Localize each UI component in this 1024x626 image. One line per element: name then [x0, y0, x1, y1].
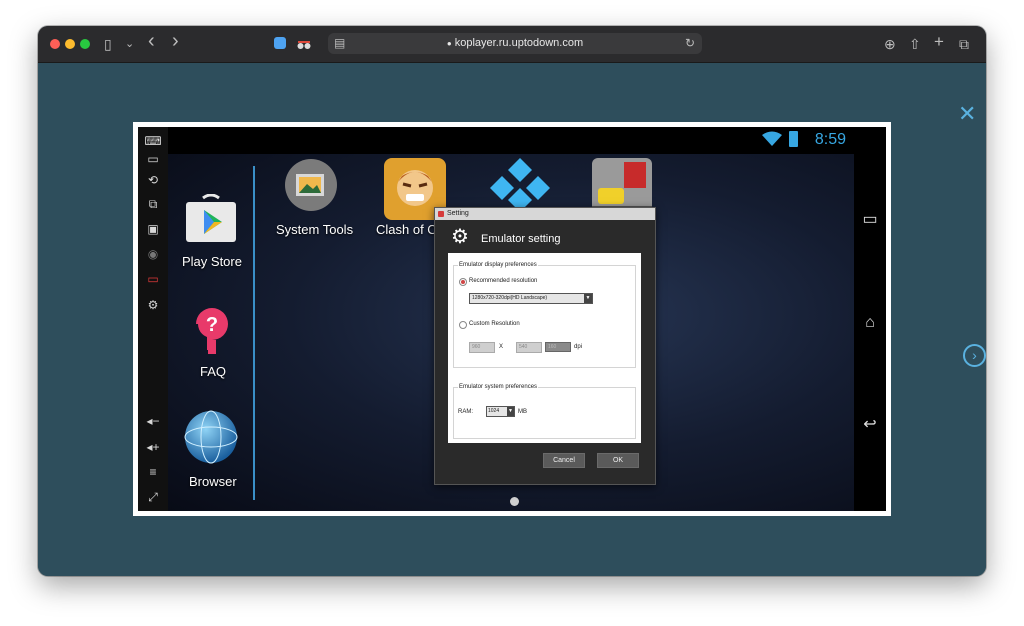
reload-icon[interactable]: ↻	[685, 33, 695, 54]
image-icon[interactable]: ▣	[143, 221, 163, 237]
width-value: 960	[472, 344, 481, 350]
faq-app[interactable]: ?	[192, 306, 232, 358]
zoom-window-button[interactable]	[80, 39, 90, 49]
url-text[interactable]: ● koplayer.ru.uptodown.com	[328, 33, 702, 54]
lock-icon: ●	[446, 39, 452, 48]
browser-label: Browser	[189, 474, 237, 489]
browser-toolbar: ▯ ⌄ ‹ › ▤ ● koplayer.ru.uptodown.com ↻ ⊕…	[38, 26, 986, 63]
dialog-titlebar: Setting	[435, 208, 655, 220]
dialog-header: Emulator setting	[481, 233, 561, 245]
home-icon[interactable]: ⌂	[858, 313, 882, 333]
width-field[interactable]: 960	[469, 342, 495, 353]
resolution-value: 1280x720-320dpi(HD Landscape)	[472, 295, 548, 301]
emulator-setting-dialog: Setting ⚙ Emulator setting Emulator disp…	[434, 207, 656, 485]
extension-icon[interactable]	[274, 37, 286, 49]
volume-up-icon[interactable]: ◂+	[143, 439, 163, 455]
close-lightbox-icon[interactable]: ✕	[958, 103, 976, 125]
clash-label: Clash of Cl	[376, 222, 440, 237]
dpi-label: dpi	[574, 344, 583, 350]
recommended-label: Recommended resolution	[469, 278, 538, 284]
ram-unit: MB	[518, 409, 527, 415]
x-label: X	[499, 344, 504, 350]
url-value: koplayer.ru.uptodown.com	[454, 37, 584, 49]
android-nav-bar: ▭ ⌂ ↩	[854, 127, 886, 511]
menu-icon[interactable]: ≡	[143, 464, 163, 480]
forward-arrow-icon[interactable]: ›	[172, 31, 179, 51]
recents-icon[interactable]: ▭	[858, 210, 882, 230]
close-window-button[interactable]	[50, 39, 60, 49]
dialog-window-title: Setting	[447, 210, 469, 217]
next-image-icon[interactable]: ›	[963, 344, 986, 367]
faq-icon: ?	[196, 308, 228, 354]
emulator-sidebar: ⌨ ▭ ⟲ ⧉ ▣ ◉ ▭ ⚙ ◂− ◂+ ≡ ⤢	[138, 127, 168, 511]
fullscreen-icon[interactable]: ⤢	[143, 489, 163, 505]
play-store-app[interactable]	[184, 193, 238, 244]
app-icon	[438, 211, 444, 217]
location-icon[interactable]: ◉	[143, 246, 163, 262]
system-tools-label: System Tools	[276, 222, 354, 237]
chevron-down-icon[interactable]: ⌄	[125, 35, 134, 53]
privacy-icon[interactable]	[297, 37, 311, 49]
share-icon[interactable]: ⇧	[909, 35, 921, 53]
back-icon[interactable]: ↩	[858, 415, 882, 435]
screenshot-icon[interactable]: ⧉	[143, 196, 163, 212]
resolution-select[interactable]: 1280x720-320dpi(HD Landscape) ▼	[469, 293, 593, 304]
custom-label: Custom Resolution	[469, 321, 520, 327]
new-tab-icon[interactable]: +	[934, 33, 944, 51]
globe-icon	[184, 410, 238, 464]
tab-overview-icon[interactable]: ⧉	[959, 35, 969, 53]
play-store-icon	[186, 193, 236, 242]
back-arrow-icon[interactable]: ‹	[148, 31, 155, 51]
chevron-down-icon: ▼	[584, 294, 592, 303]
android-status-bar: 8:59	[168, 127, 854, 154]
svg-text:?: ?	[206, 314, 218, 336]
wifi-icon	[762, 131, 782, 152]
browser-app[interactable]	[184, 410, 238, 464]
recommended-radio[interactable]	[459, 278, 467, 286]
volume-down-icon[interactable]: ◂−	[143, 413, 163, 429]
radio-dot	[461, 280, 465, 284]
download-icon[interactable]: ⊕	[884, 35, 896, 53]
dpi-value: 160	[548, 344, 557, 350]
system-preferences-group	[453, 387, 636, 439]
minimize-window-button[interactable]	[65, 39, 75, 49]
uptodown-app[interactable]	[488, 154, 552, 214]
display-group-label: Emulator display preferences	[458, 261, 538, 269]
system-group-label: Emulator system preferences	[458, 383, 539, 391]
system-tools-app[interactable]	[284, 158, 338, 212]
uptodown-icon	[490, 158, 550, 212]
play-store-label: Play Store	[182, 254, 242, 269]
dock-divider	[253, 166, 255, 500]
record-icon[interactable]: ▭	[143, 271, 163, 287]
gear-icon: ⚙	[451, 226, 469, 248]
battery-icon	[789, 131, 798, 147]
clock: 8:59	[814, 131, 846, 148]
keyboard-icon[interactable]: ⌨	[143, 133, 163, 149]
ok-button[interactable]: OK	[597, 453, 639, 468]
ram-value: 1024	[488, 408, 500, 414]
height-field[interactable]: 540	[516, 342, 542, 353]
settings-icon[interactable]: ⚙	[143, 297, 163, 313]
custom-radio[interactable]	[459, 321, 467, 329]
ram-chevron-icon: ▼	[507, 407, 514, 416]
ram-select[interactable]: 1024 ▼	[486, 406, 515, 417]
height-value: 540	[519, 344, 528, 350]
ram-label: RAM:	[458, 409, 473, 415]
sidebar-icon[interactable]: ▯	[104, 35, 112, 53]
toggle-icon[interactable]: ▭	[143, 151, 163, 167]
rotate-icon[interactable]: ⟲	[143, 172, 163, 188]
cancel-button[interactable]: Cancel	[543, 453, 585, 468]
dpi-field[interactable]: 160	[545, 342, 571, 352]
page-indicator	[510, 497, 519, 506]
system-tools-icon	[285, 159, 337, 211]
faq-label: FAQ	[200, 364, 227, 379]
address-bar[interactable]: ▤ ● koplayer.ru.uptodown.com ↻	[328, 33, 702, 54]
settings-panel: Emulator display preferences Recommended…	[448, 253, 641, 443]
